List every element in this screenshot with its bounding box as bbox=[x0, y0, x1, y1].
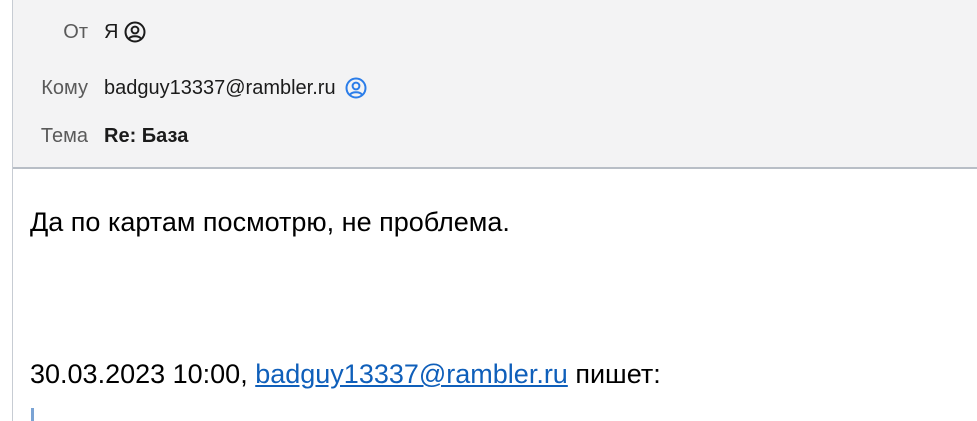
email-reading-pane: От Я Кому badguy13337@rambler.ru Тема Re… bbox=[0, 0, 977, 421]
message-header: От Я Кому badguy13337@rambler.ru Тема Re… bbox=[13, 0, 977, 169]
from-row: От Я bbox=[13, 17, 977, 47]
quote-date: 30.03.2023 10:00, bbox=[30, 359, 248, 389]
subject-row: Тема Re: База bbox=[13, 121, 977, 151]
from-label: От bbox=[63, 20, 88, 43]
subject-value: Re: База bbox=[104, 124, 189, 147]
from-sender-name[interactable]: Я bbox=[104, 21, 118, 44]
to-recipient-address[interactable]: badguy13337@rambler.ru bbox=[104, 77, 336, 100]
to-label: Кому bbox=[41, 76, 88, 99]
quote-sender-link[interactable]: badguy13337@rambler.ru bbox=[255, 359, 568, 389]
contact-person-icon[interactable] bbox=[124, 21, 146, 43]
quote-attribution: 30.03.2023 10:00, badguy13337@rambler.ru… bbox=[30, 359, 661, 390]
contact-person-icon[interactable] bbox=[345, 77, 367, 99]
to-value[interactable]: badguy13337@rambler.ru bbox=[104, 77, 367, 100]
reply-text: Да по картам посмотрю, не проблема. bbox=[30, 207, 510, 237]
to-row: Кому badguy13337@rambler.ru bbox=[13, 73, 977, 103]
subject-label: Тема bbox=[40, 124, 88, 147]
from-value[interactable]: Я bbox=[104, 21, 146, 44]
quote-bar bbox=[31, 408, 34, 421]
quote-suffix: пишет: bbox=[575, 359, 661, 389]
